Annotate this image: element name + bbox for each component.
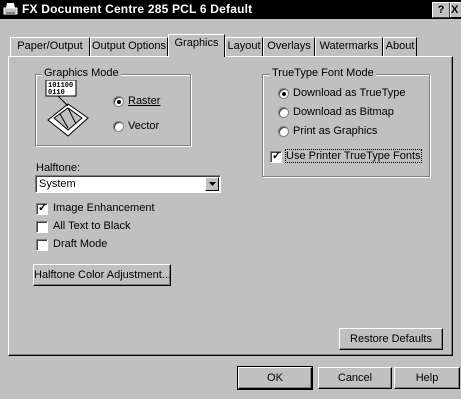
tab-graphics-label: Graphics [174,37,219,49]
window-title: FX Document Centre 285 PCL 6 Default [22,2,253,16]
download-bitmap-label[interactable]: Download as Bitmap [293,106,394,118]
tab-watermarks[interactable]: Watermarks [315,37,383,56]
help-title-button[interactable]: ? [432,2,450,18]
restore-defaults-button[interactable]: Restore Defaults [339,328,443,350]
raster-bitmap-icon: 101100 0110 [45,80,89,137]
image-enhancement-label[interactable]: Image Enhancement [53,202,155,214]
tab-about[interactable]: About [383,37,417,56]
tab-overlays[interactable]: Overlays [263,37,315,56]
use-printer-fonts-checkbox[interactable] [270,150,282,163]
halftone-dropdown-button[interactable] [205,177,219,191]
vector-radio[interactable] [113,121,124,132]
halftone-label: Halftone: [36,162,81,174]
close-button[interactable]: X [450,2,461,17]
bitmap-digits-2: 0110 [48,89,65,97]
print-graphics-radio[interactable] [278,126,289,137]
tab-graphics[interactable]: Graphics [168,34,225,57]
cancel-button[interactable]: Cancel [318,367,392,389]
draft-mode-checkbox[interactable] [36,239,48,251]
tab-paper-output[interactable]: Paper/Output [10,37,90,56]
print-graphics-label[interactable]: Print as Graphics [293,125,377,137]
raster-label-text: Raster [128,95,161,107]
all-text-black-checkbox[interactable] [36,221,48,233]
halftone-color-adjustment-button[interactable]: Halftone Color Adjustment... [33,264,171,286]
tab-layout[interactable]: Layout [225,37,263,56]
truetype-mode-title: TrueType Font Mode [270,67,376,79]
use-printer-fonts-label[interactable]: Use Printer TrueType Fonts [285,149,422,163]
download-truetype-label[interactable]: Download as TrueType [293,87,406,99]
image-enhancement-checkbox[interactable] [36,202,48,215]
help-button[interactable]: Help [394,367,460,389]
ok-button[interactable]: OK [237,366,313,390]
printer-icon [3,3,18,15]
download-truetype-radio[interactable] [278,88,289,99]
halftone-value: System [39,178,76,190]
halftone-select[interactable]: System [35,175,221,193]
draft-mode-label[interactable]: Draft Mode [53,238,107,250]
download-bitmap-radio[interactable] [278,107,289,118]
raster-radio[interactable] [113,96,124,107]
graphics-mode-title: Graphics Mode [42,67,121,79]
title-bar[interactable]: FX Document Centre 285 PCL 6 Default ? X [0,0,461,19]
raster-label[interactable]: Raster [128,95,160,107]
tab-output-options[interactable]: Output Options [90,37,168,56]
all-text-black-label[interactable]: All Text to Black [53,220,130,232]
vector-label[interactable]: Vector [128,120,159,132]
chevron-down-icon [209,182,216,186]
